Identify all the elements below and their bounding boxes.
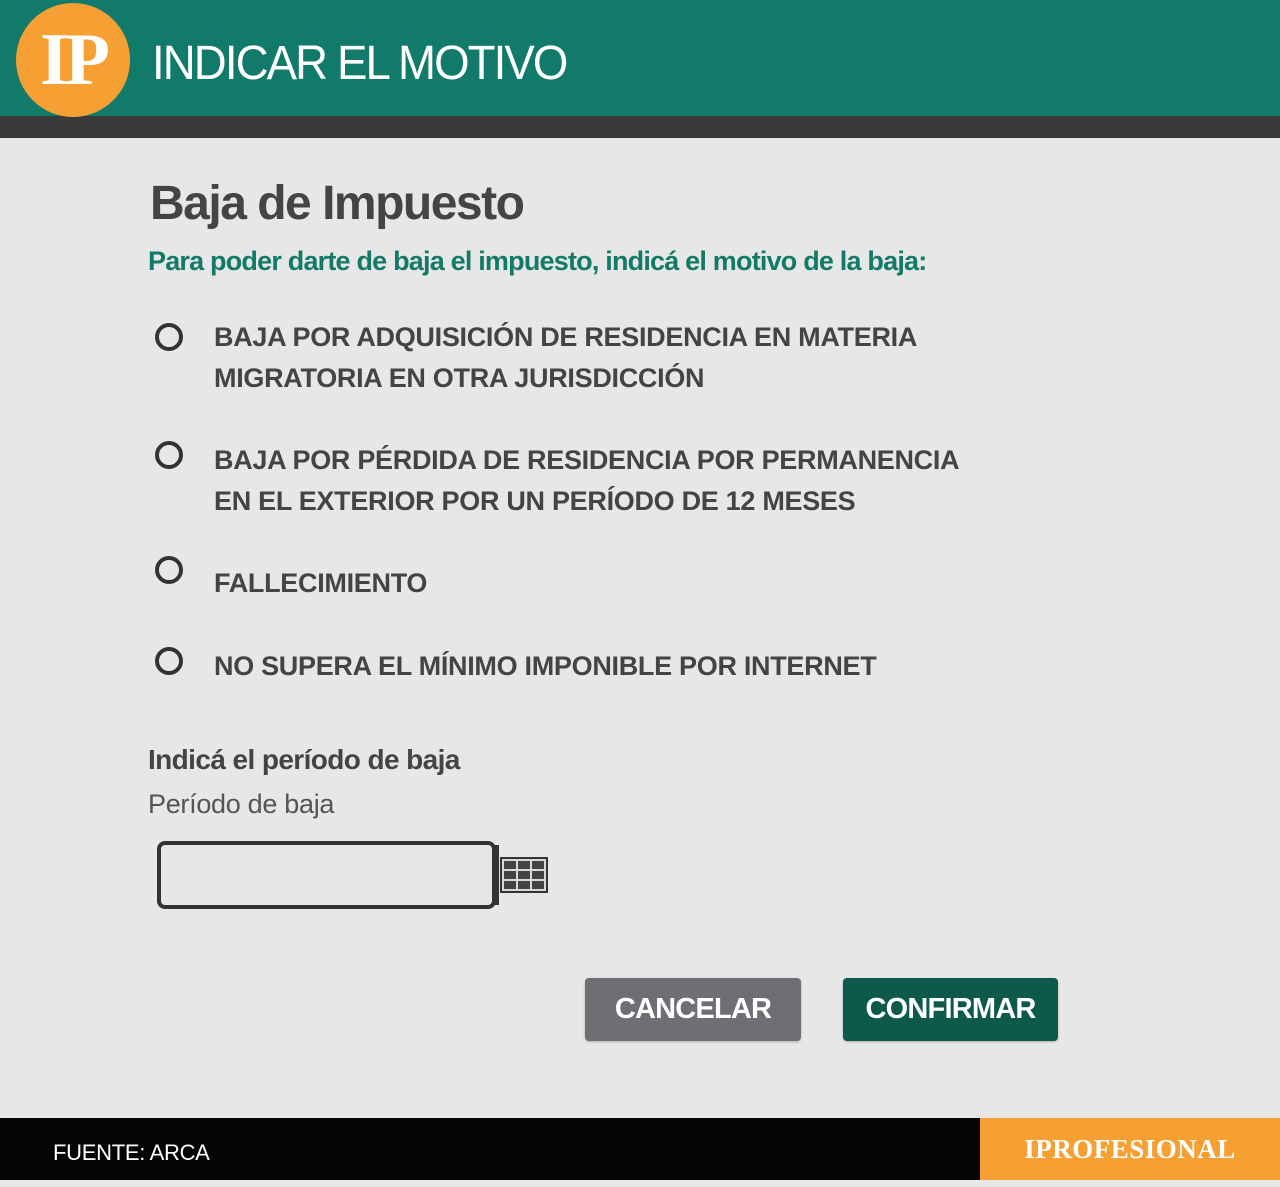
- period-date-field: [157, 841, 548, 909]
- calendar-button[interactable]: [495, 845, 549, 905]
- period-section-label: Indicá el período de baja: [148, 744, 460, 775]
- footer-source: FUENTE: ARCA: [53, 1140, 210, 1165]
- form-title: Baja de Impuesto: [150, 177, 525, 230]
- reason-option-death[interactable]: FALLECIMIENTO: [155, 554, 427, 604]
- reason-option-residence-acquisition[interactable]: BAJA POR ADQUISICIÓN DE RESIDENCIA EN MA…: [155, 321, 917, 399]
- option-label: NO SUPERA EL MÍNIMO IMPONIBLE POR INTERN…: [214, 646, 877, 687]
- reason-option-residence-loss[interactable]: BAJA POR PÉRDIDA DE RESIDENCIA POR PERMA…: [155, 439, 960, 522]
- calendar-icon: [500, 857, 548, 893]
- option-label-line2: MIGRATORIA EN OTRA JURISDICCIÓN: [214, 363, 705, 393]
- radio-button[interactable]: [155, 556, 183, 584]
- period-input[interactable]: [161, 845, 495, 905]
- header-divider: [0, 116, 1280, 138]
- option-label: FALLECIMIENTO: [214, 563, 427, 604]
- reason-option-minimum-taxable[interactable]: NO SUPERA EL MÍNIMO IMPONIBLE POR INTERN…: [155, 645, 877, 687]
- ip-logo: IP: [16, 3, 130, 117]
- radio-button[interactable]: [155, 647, 183, 675]
- option-label: BAJA POR PÉRDIDA DE RESIDENCIA POR PERMA…: [214, 440, 960, 522]
- option-label-line1: BAJA POR PÉRDIDA DE RESIDENCIA POR PERMA…: [214, 445, 960, 475]
- option-label-line2: EN EL EXTERIOR POR UN PERÍODO DE 12 MESE…: [214, 486, 856, 516]
- period-field-label: Período de baja: [148, 789, 335, 819]
- form-subtitle: Para poder darte de baja el impuesto, in…: [148, 246, 927, 276]
- page-title: INDICAR EL MOTIVO: [152, 37, 568, 90]
- footer-brand-logo: IPROFESIONAL: [980, 1118, 1280, 1180]
- option-label: BAJA POR ADQUISICIÓN DE RESIDENCIA EN MA…: [214, 317, 917, 399]
- option-label-line1: FALLECIMIENTO: [214, 568, 428, 598]
- radio-button[interactable]: [155, 323, 183, 351]
- radio-button[interactable]: [155, 441, 183, 469]
- confirm-button[interactable]: CONFIRMAR: [843, 978, 1058, 1041]
- cancel-button[interactable]: CANCELAR: [585, 978, 801, 1041]
- option-label-line1: NO SUPERA EL MÍNIMO IMPONIBLE POR INTERN…: [214, 651, 877, 681]
- option-label-line1: BAJA POR ADQUISICIÓN DE RESIDENCIA EN MA…: [214, 322, 918, 352]
